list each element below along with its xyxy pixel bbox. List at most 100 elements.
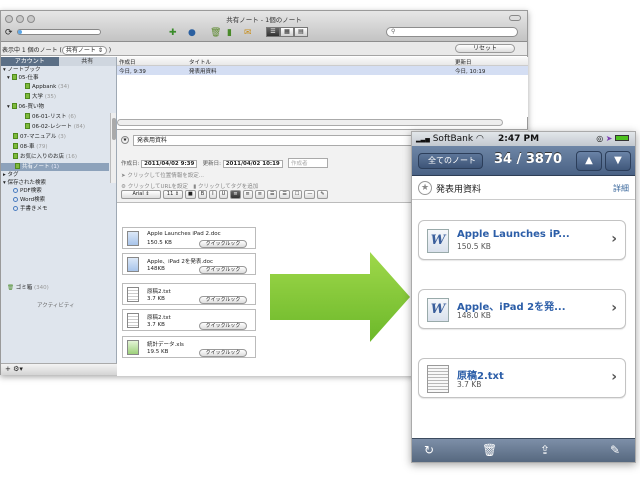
bold-button[interactable]: B (197, 190, 208, 199)
hr-button[interactable]: — (304, 190, 316, 199)
author-field[interactable]: 作成者 (288, 158, 329, 168)
attach-button[interactable]: ✎ (317, 190, 328, 199)
created-date-field[interactable]: 2011/04/02 9:39 (141, 160, 198, 168)
notebook-icon (25, 123, 30, 129)
sidebar-item-notebooks[interactable]: ▾ ノートブック (3, 67, 41, 74)
attachment-item[interactable]: 原稿2.txt 3.7 KB クイックルック (122, 309, 256, 331)
numbered-list-button[interactable]: ☰ (279, 190, 290, 199)
attachment-size: 148KB (147, 266, 165, 272)
navigation-bar: 全てのノート 34 / 3870 ▲ ▼ (412, 146, 635, 176)
battery-icon (615, 135, 629, 141)
trash-icon[interactable]: 🗑 (482, 443, 497, 457)
sidebar-item-appbank[interactable]: Appbank (34) (25, 83, 69, 91)
list-view-icon[interactable]: ☰ (266, 27, 280, 37)
align-right-button[interactable]: ≡ (254, 190, 265, 199)
notebook-icon (13, 143, 18, 149)
toolbar-toggle-button[interactable] (509, 15, 521, 21)
attachment-cell[interactable]: W Apple Launches iP... 150.5 KB › (418, 220, 626, 260)
thumbnail-view-icon[interactable]: ▦ (280, 27, 294, 37)
color-button[interactable]: ■ (185, 190, 196, 199)
attachment-cell[interactable]: 原稿2.txt 3.7 KB › (418, 358, 626, 398)
sidebar-item-pdf-search[interactable]: PDF検索 (13, 188, 42, 195)
next-note-button[interactable]: ▼ (605, 151, 631, 171)
info-icon[interactable]: ● (188, 28, 196, 38)
sidebar-item-tags[interactable]: ▸ タグ (3, 172, 19, 179)
note-title-field[interactable]: 発表用資料 (133, 135, 419, 146)
align-left-button[interactable]: ≡ (230, 190, 241, 199)
carrier-label: ▂▃▅ SoftBank ◠ (416, 134, 484, 144)
attachment-item[interactable]: Apple、iPad 2を発表.doc 148KB クイックルック (122, 253, 256, 275)
edit-icon[interactable]: ✎ (610, 443, 620, 457)
attachment-cell[interactable]: W Apple、iPad 2を発... 148.0 KB › (418, 289, 626, 329)
tab-shared[interactable]: 共有 (58, 57, 116, 66)
attachment-item[interactable]: 統計データ.xls 19.5 KB クイックルック (122, 336, 256, 358)
sidebar-item-saved-searches[interactable]: ▾ 保存された検索 (3, 180, 46, 187)
star-icon[interactable]: ★ (418, 181, 432, 195)
row-created: 今日, 9:39 (119, 69, 146, 75)
underline-button[interactable]: U (218, 190, 229, 199)
sync-icon[interactable]: ⟳ (5, 28, 13, 38)
align-center-button[interactable]: ≡ (242, 190, 253, 199)
refresh-icon[interactable]: ↻ (424, 443, 434, 457)
column-title[interactable]: タイトル (189, 58, 211, 66)
sidebar-item-favorite-shops[interactable]: お気に入りのお店 (16) (13, 153, 77, 161)
text-file-icon (427, 365, 449, 393)
italic-button[interactable]: I (209, 190, 217, 199)
attachment-size: 3.7 KB (147, 296, 165, 302)
checkbox-button[interactable]: ☐ (291, 190, 303, 199)
attachment-item[interactable]: Apple Launches iPad 2.doc 150.5 KB クイックル… (122, 227, 256, 249)
updated-date-field[interactable]: 2011/04/02 10:19 (222, 160, 283, 168)
detail-button[interactable]: 詳細 (613, 183, 629, 194)
notebook-icon (13, 153, 18, 159)
add-icon[interactable]: + (5, 365, 11, 373)
sidebar-item-car[interactable]: 08-車 (79) (13, 143, 48, 151)
lock-rotation-icon: ◎ (596, 134, 604, 143)
card-view-icon[interactable]: ▤ (294, 27, 308, 37)
notebook-filter-select[interactable]: 共有ノート ⇕ (61, 46, 107, 55)
star-icon[interactable]: ★ (121, 136, 129, 144)
sidebar-item-manual[interactable]: 07-マニュアル (3) (13, 133, 66, 141)
location-icon: ➤ (605, 134, 613, 143)
font-select[interactable]: Arial ⇕ (121, 190, 161, 199)
reset-button[interactable]: リセット (455, 44, 515, 53)
quicklook-button[interactable]: クイックルック (199, 266, 247, 274)
quicklook-button[interactable]: クイックルック (199, 240, 247, 248)
search-input[interactable]: ⚲ (386, 27, 518, 37)
sidebar-item-trash[interactable]: 🗑 ゴミ箱 (340) (7, 285, 49, 292)
sidebar-item-list[interactable]: 06-01-リスト (6) (25, 113, 76, 121)
quicklook-button[interactable]: クイックルック (199, 296, 247, 304)
column-created[interactable]: 作成日 (119, 58, 136, 66)
sidebar-item-handwritten-memo[interactable]: 手書きメモ (13, 206, 48, 213)
sidebar-item-shared-notes[interactable]: 共有ノート (1) (1, 163, 109, 171)
gear-icon[interactable]: ⚙▾ (13, 365, 23, 373)
word-document-icon (127, 231, 139, 246)
view-mode-segmented-control[interactable]: ☰ ▦ ▤ (266, 27, 308, 37)
new-note-icon[interactable]: ✚ (169, 28, 177, 38)
bullet-list-button[interactable]: ☰ (266, 190, 278, 199)
share-icon[interactable]: ⇪ (540, 443, 550, 457)
quicklook-button[interactable]: クイックルック (199, 322, 247, 330)
sidebar-item-word-search[interactable]: Word検索 (13, 197, 45, 204)
column-updated[interactable]: 更新日 (455, 58, 472, 66)
font-size-select[interactable]: 11 ⇕ (163, 190, 183, 199)
notebook-icon (25, 83, 30, 89)
share-icon[interactable]: ✉ (244, 28, 252, 38)
quicklook-button[interactable]: クイックルック (199, 349, 247, 357)
trash-icon[interactable]: 🗑 (210, 28, 221, 38)
sidebar-item-activity[interactable]: アクティビティ (37, 303, 75, 310)
window-titlebar: 共有ノート - 1個のノート ⟳ ✚ ● 🗑 ▮ ✉ ☰ ▦ ▤ ⚲ (1, 11, 527, 42)
notebook-icon[interactable]: ▮ (227, 28, 232, 38)
horizontal-scrollbar[interactable] (117, 119, 503, 126)
back-button[interactable]: 全てのノート (418, 153, 483, 169)
sidebar-scrollbar[interactable] (110, 113, 116, 183)
notebook-icon (15, 163, 20, 169)
attachment-item[interactable]: 原稿2.txt 3.7 KB クイックルック (122, 283, 256, 305)
sidebar-item-work[interactable]: ▾ 05-仕事 (7, 74, 39, 82)
tab-account[interactable]: アカウント (1, 57, 59, 66)
location-row[interactable]: ➤ クリックして位置情報を設定... (121, 171, 204, 179)
sidebar-item-receipts[interactable]: 06-02-レシート (84) (25, 123, 85, 131)
previous-note-button[interactable]: ▲ (576, 151, 602, 171)
sidebar-item-shopping[interactable]: ▾ 06-買い物 (7, 103, 44, 111)
table-row[interactable]: 今日, 9:39 発表用資料 今日, 10:19 (117, 66, 528, 75)
sidebar-item-university[interactable]: 大学 (35) (25, 93, 56, 101)
